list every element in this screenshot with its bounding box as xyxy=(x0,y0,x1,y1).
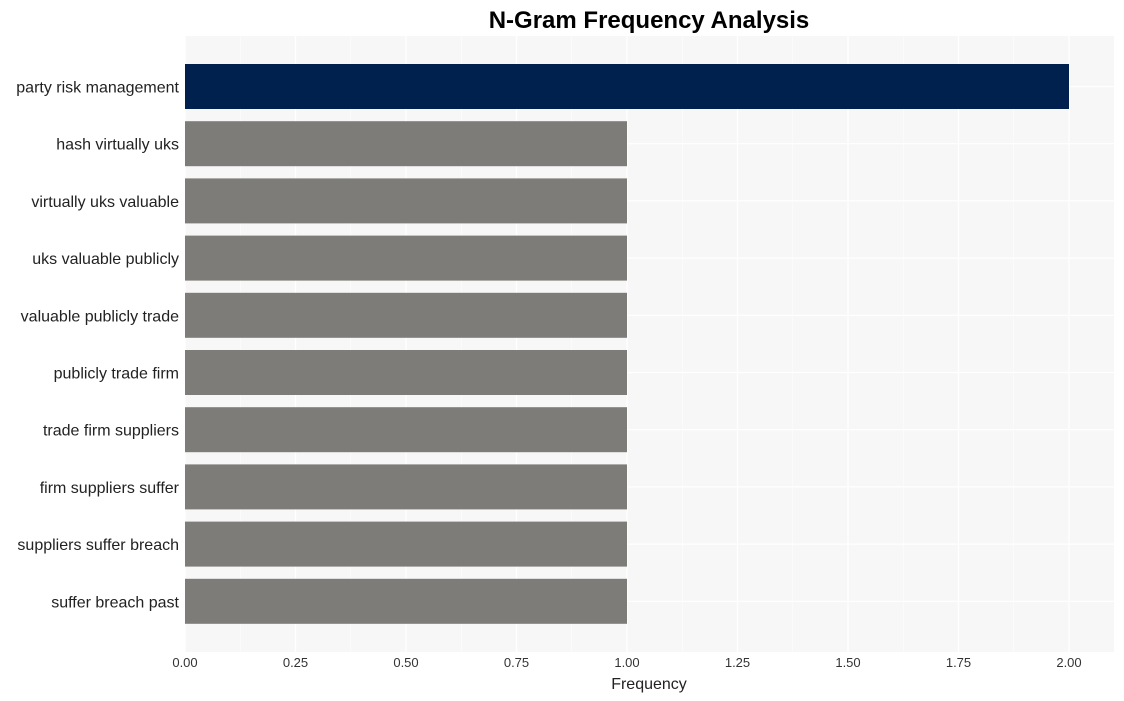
y-tick-label: party risk management xyxy=(16,80,179,97)
x-tick-label: 0.00 xyxy=(172,655,197,670)
x-tick-label: 1.50 xyxy=(835,655,860,670)
x-axis-ticks: 0.00 0.25 0.50 0.75 1.00 1.25 1.50 1.75 2.00 xyxy=(172,655,1081,670)
x-tick-label: 1.25 xyxy=(725,655,750,670)
y-tick-label: uks valuable publicly xyxy=(32,251,179,268)
y-axis-labels: party risk management hash virtually uks v… xyxy=(16,80,179,612)
y-tick-label: virtually uks valuable xyxy=(31,194,179,211)
y-tick-label: hash virtually uks xyxy=(56,137,179,154)
bar-trade-firm-suppliers xyxy=(185,407,627,453)
y-tick-label: publicly trade firm xyxy=(54,366,179,383)
y-tick-label: suppliers suffer breach xyxy=(17,537,179,554)
bar-hash-virtually-uks xyxy=(185,121,627,167)
bar-uks-valuable-publicly xyxy=(185,235,627,281)
bar-suppliers-suffer-breach xyxy=(185,521,627,567)
x-tick-label: 0.50 xyxy=(393,655,418,670)
bar-suffer-breach-past xyxy=(185,578,627,624)
y-tick-label: suffer breach past xyxy=(51,594,179,611)
x-tick-label: 0.75 xyxy=(504,655,529,670)
bar-valuable-publicly-trade xyxy=(185,292,627,338)
x-tick-label: 2.00 xyxy=(1056,655,1081,670)
y-tick-label: valuable publicly trade xyxy=(21,308,179,325)
bar-virtually-uks-valuable xyxy=(185,178,627,224)
ngram-bar-chart: N-Gram Frequency Analysis party risk man… xyxy=(16,7,1114,693)
y-tick-label: firm suppliers suffer xyxy=(40,480,180,497)
x-axis-label: Frequency xyxy=(611,676,687,693)
bar-publicly-trade-firm xyxy=(185,350,627,395)
chart-title: N-Gram Frequency Analysis xyxy=(489,7,810,34)
bar-firm-suppliers-suffer xyxy=(185,464,627,510)
x-tick-label: 0.25 xyxy=(283,655,308,670)
x-tick-label: 1.75 xyxy=(946,655,971,670)
x-tick-label: 1.00 xyxy=(614,655,639,670)
bar-party-risk-management xyxy=(185,64,1069,109)
y-tick-label: trade firm suppliers xyxy=(43,423,179,440)
